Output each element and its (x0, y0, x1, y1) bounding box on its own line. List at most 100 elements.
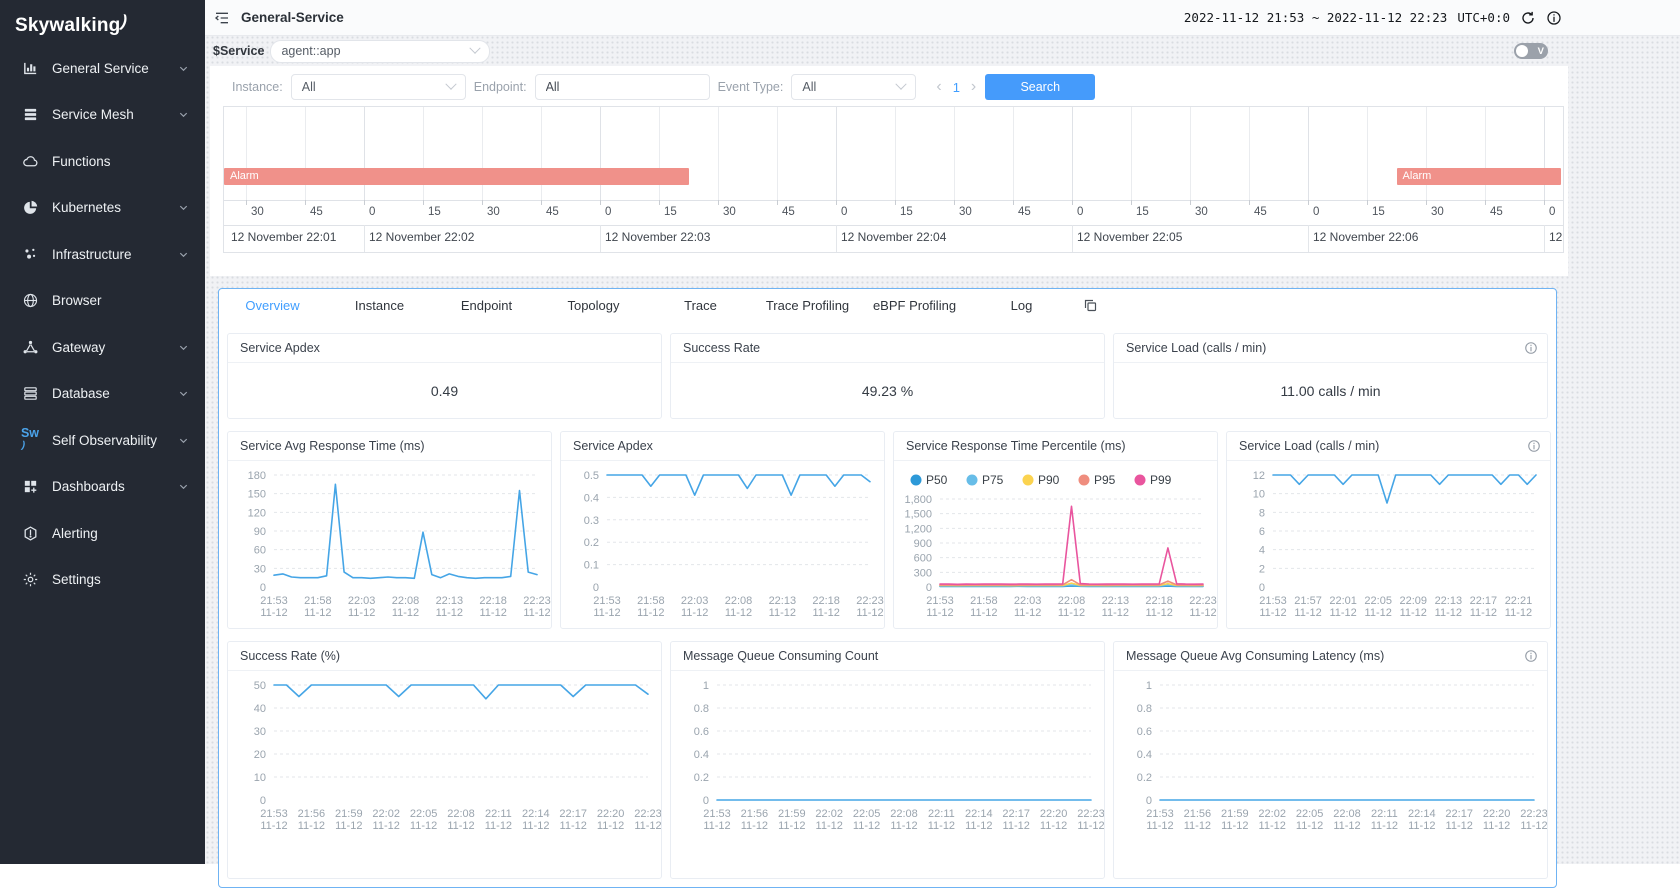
svg-text:11-12: 11-12 (304, 607, 331, 619)
sidebar-item-settings[interactable]: Settings (0, 557, 205, 604)
tab-trace-profiling[interactable]: Trace Profiling (754, 298, 861, 313)
sidebar-item-service-mesh[interactable]: Service Mesh (0, 92, 205, 139)
timeline-tickmark (1131, 200, 1132, 205)
next-page-icon[interactable]: › (971, 79, 976, 95)
layers-icon (21, 106, 39, 124)
sidebar-item-infrastructure[interactable]: Infrastructure (0, 231, 205, 278)
sidebar-item-label: Functions (52, 154, 189, 169)
svg-text:11-12: 11-12 (298, 820, 325, 832)
tab-endpoint[interactable]: Endpoint (433, 298, 540, 313)
endpoint-input[interactable] (535, 74, 710, 100)
info-icon[interactable] (1524, 649, 1538, 663)
sidebar-item-kubernetes[interactable]: Kubernetes (0, 185, 205, 232)
main-area: General-Service 2022-11-12 21:53 ~ 2022-… (205, 0, 1680, 864)
tab-overview[interactable]: Overview (219, 298, 326, 313)
svg-text:120: 120 (248, 507, 266, 519)
time-range-picker[interactable]: 2022-11-12 21:53 ~ 2022-11-12 22:23 (1184, 10, 1447, 25)
timeline-tick-label: 45 (546, 206, 559, 218)
timeline-tickmark (305, 200, 306, 205)
svg-text:22:20: 22:20 (1040, 808, 1068, 820)
card-title: Service Apdex (228, 334, 661, 363)
copy-dashboard-icon[interactable] (1083, 298, 1098, 313)
alarm-event-bar[interactable]: Alarm (224, 168, 689, 185)
tab-trace[interactable]: Trace (647, 298, 754, 313)
service-variable-label: $Service (213, 44, 264, 58)
sidebar-item-browser[interactable]: Browser (0, 278, 205, 325)
event-type-select-value: All (802, 80, 816, 94)
timeline-gridline (1072, 107, 1073, 200)
timeline-tick-label: 30 (723, 206, 736, 218)
svg-text:21:59: 21:59 (778, 808, 806, 820)
sidebar-item-self-observability[interactable]: Sw)Self Observability (0, 417, 205, 464)
event-type-select[interactable]: All (791, 74, 916, 100)
svg-text:22:14: 22:14 (522, 808, 550, 820)
alert-icon (21, 524, 39, 542)
sw-icon: Sw) (21, 431, 39, 449)
svg-text:11-12: 11-12 (1333, 820, 1360, 832)
svg-text:22:05: 22:05 (410, 808, 438, 820)
svg-text:22:05: 22:05 (853, 808, 881, 820)
timeline-tickmark (954, 200, 955, 205)
svg-text:150: 150 (248, 489, 266, 501)
prev-page-icon[interactable]: ‹ (936, 79, 941, 95)
svg-text:11-12: 11-12 (928, 820, 955, 832)
svg-text:11-12: 11-12 (816, 820, 843, 832)
sidebar-item-database[interactable]: Database (0, 371, 205, 418)
cloud-icon (21, 152, 39, 170)
sidebar-item-functions[interactable]: Functions (0, 138, 205, 185)
timeline-tick-label: 30 (1195, 206, 1208, 218)
tab-log[interactable]: Log (968, 298, 1075, 313)
sidebar-item-alerting[interactable]: Alerting (0, 510, 205, 557)
svg-text:11-12: 11-12 (1058, 607, 1085, 619)
page-title: General-Service (241, 10, 344, 25)
svg-text:11-12: 11-12 (1365, 607, 1392, 619)
instance-select[interactable]: All (291, 74, 466, 100)
timeline-gridline (1013, 107, 1014, 200)
series-success-rate (274, 685, 648, 699)
svg-text:10: 10 (1253, 489, 1265, 501)
svg-text:11-12: 11-12 (480, 607, 507, 619)
sidebar-item-gateway[interactable]: Gateway (0, 324, 205, 371)
timeline-gridline (954, 107, 955, 200)
timeline-tick-label: 0 (605, 206, 611, 218)
chart-success-rate: Success Rate (%)0102030405021:5311-1221:… (227, 641, 662, 879)
tab-topology[interactable]: Topology (540, 298, 647, 313)
svg-text:11-12: 11-12 (1259, 820, 1286, 832)
timeline-tickmark (1013, 200, 1014, 205)
svg-text:11-12: 11-12 (597, 820, 624, 832)
svg-text:60: 60 (254, 545, 266, 557)
svg-text:22:03: 22:03 (1014, 595, 1042, 607)
svg-text:22:18: 22:18 (1145, 595, 1173, 607)
tab-instance[interactable]: Instance (326, 298, 433, 313)
svg-text:21:59: 21:59 (335, 808, 363, 820)
timeline-tick-label: 30 (487, 206, 500, 218)
search-button[interactable]: Search (985, 74, 1095, 100)
timeline-date-label: 12 (1549, 230, 1562, 244)
service-selector-bar: $Service agent::app V (205, 36, 1680, 66)
timeline-gridline (600, 107, 601, 200)
sidebar-item-general-service[interactable]: General Service (0, 45, 205, 92)
svg-text:11-12: 11-12 (1146, 607, 1173, 619)
info-icon[interactable] (1546, 10, 1562, 26)
sidebar-item-dashboards[interactable]: Dashboards (0, 464, 205, 511)
timeline-gridline (423, 107, 424, 200)
svg-text:22:17: 22:17 (559, 808, 587, 820)
info-icon[interactable] (1524, 341, 1538, 355)
svg-text:11-12: 11-12 (703, 820, 730, 832)
tab-ebpf-profiling[interactable]: eBPF Profiling (861, 298, 968, 313)
svg-text:21:56: 21:56 (741, 808, 769, 820)
sidebar-item-label: Alerting (52, 526, 189, 541)
info-icon[interactable] (1527, 439, 1541, 453)
service-select[interactable]: agent::app (270, 40, 490, 63)
refresh-icon[interactable] (1520, 10, 1536, 26)
timeline-tick-label: 45 (1018, 206, 1031, 218)
alarm-event-bar[interactable]: Alarm (1397, 168, 1561, 185)
svg-text:22:21: 22:21 (1505, 595, 1533, 607)
view-toggle[interactable]: V (1514, 43, 1548, 59)
svg-text:22:08: 22:08 (447, 808, 475, 820)
timeline-date-label: 12 November 22:04 (841, 230, 946, 244)
svg-text:22:03: 22:03 (348, 595, 376, 607)
svg-text:90: 90 (254, 526, 266, 538)
sidebar-collapse-icon[interactable] (214, 10, 230, 26)
pagination: ‹ 1 › (936, 79, 976, 95)
